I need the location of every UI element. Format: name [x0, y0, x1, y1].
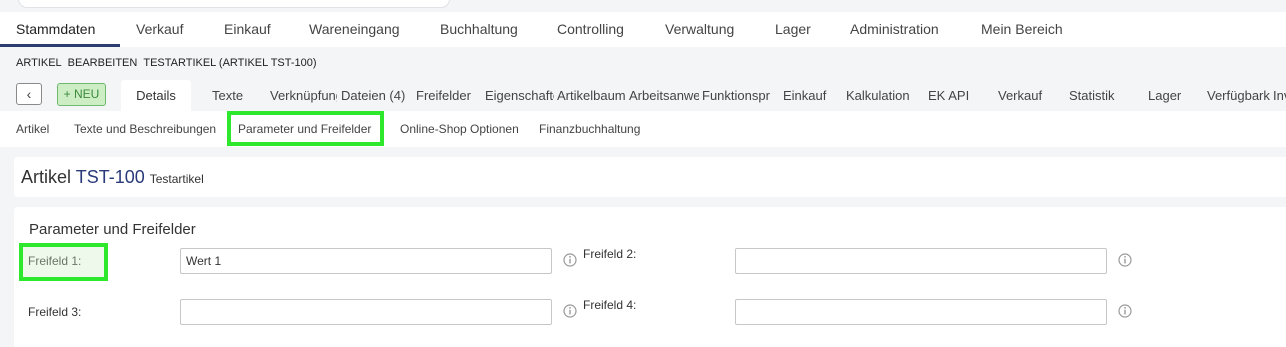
tab-eigenschaften[interactable]: Eigenschaften — [485, 80, 554, 111]
nav-wareneingang[interactable]: Wareneingang — [309, 12, 400, 46]
freifeld-4-label: Freifeld 4: — [583, 298, 637, 312]
tab-lager[interactable]: Lager — [1148, 80, 1188, 111]
tab-details[interactable]: Details — [121, 80, 191, 111]
record-header-card: Artikel TST-100 Testartikel — [14, 157, 1286, 197]
section-subnav: Artikel Texte und Beschreibungen Paramet… — [0, 111, 1286, 147]
nav-stammdaten[interactable]: Stammdaten — [16, 12, 95, 46]
breadcrumb-current: TESTARTIKEL (ARTIKEL TST-100) — [143, 57, 317, 69]
info-circle-icon[interactable] — [1118, 253, 1132, 267]
info-circle-icon[interactable] — [1118, 304, 1132, 318]
subtab-texte-beschreibungen[interactable]: Texte und Beschreibungen — [74, 111, 216, 147]
subtab-online-shop[interactable]: Online-Shop Optionen — [400, 111, 519, 147]
article-code: TST-100 — [75, 167, 145, 187]
breadcrumb-item[interactable]: ARTIKEL — [16, 57, 62, 69]
tab-statistik[interactable]: Statistik — [1069, 80, 1124, 111]
tab-dateien[interactable]: Dateien (4) — [341, 80, 411, 111]
nav-controlling[interactable]: Controlling — [557, 12, 624, 46]
freifeld-1-input[interactable] — [180, 248, 552, 274]
tab-verknuepfungen[interactable]: Verknüpfungen — [270, 80, 337, 111]
tab-ek-api[interactable]: EK API — [928, 80, 978, 111]
freifeld-3-label: Freifeld 3: — [28, 305, 82, 319]
nav-einkauf[interactable]: Einkauf — [224, 12, 271, 46]
nav-verwaltung[interactable]: Verwaltung — [665, 12, 734, 46]
info-circle-icon[interactable] — [563, 304, 577, 318]
info-circle-icon[interactable] — [563, 253, 577, 267]
search-bar-edge[interactable] — [18, 0, 450, 8]
main-navigation: Stammdaten Verkauf Einkauf Wareneingang … — [0, 12, 1286, 47]
tab-inventur[interactable]: Inventur — [1273, 80, 1286, 111]
subtab-finanzbuchhaltung[interactable]: Finanzbuchhaltung — [539, 111, 640, 147]
nav-lager[interactable]: Lager — [775, 12, 811, 46]
breadcrumb-item[interactable]: BEARBEITEN — [68, 57, 138, 69]
highlight-box — [19, 243, 108, 281]
chevron-left-icon: ‹ — [26, 86, 32, 102]
tab-texte[interactable]: Texte — [212, 80, 257, 111]
nav-administration[interactable]: Administration — [850, 12, 939, 46]
title-prefix: Artikel — [21, 167, 72, 187]
tab-kalkulation[interactable]: Kalkulation — [846, 80, 916, 111]
parameter-card: Parameter und Freifelder Freifeld 1: Fre… — [14, 207, 1286, 347]
freifeld-2-label: Freifeld 2: — [583, 247, 637, 261]
freifeld-2-input[interactable] — [735, 248, 1107, 274]
tab-freifelder[interactable]: Freifelder — [416, 80, 476, 111]
tab-verfuegbarkeit[interactable]: Verfügbarkeit — [1207, 80, 1270, 111]
section-title: Parameter und Freifelder — [29, 221, 196, 238]
nav-mein-bereich[interactable]: Mein Bereich — [981, 12, 1063, 46]
page-title: Artikel TST-100 Testartikel — [21, 167, 204, 188]
new-button[interactable]: + NEU — [57, 83, 106, 106]
highlight-box — [227, 111, 384, 146]
breadcrumb: ARTIKEL BEARBEITEN TESTARTIKEL (ARTIKEL TS… — [16, 57, 323, 69]
article-name: Testartikel — [149, 172, 204, 186]
nav-verkauf[interactable]: Verkauf — [136, 12, 183, 46]
subtab-artikel[interactable]: Artikel — [16, 111, 49, 147]
nav-active-indicator — [0, 44, 120, 47]
record-tab-bar: ‹ + NEU Details Texte Verknüpfungen Date… — [0, 80, 1286, 111]
back-button[interactable]: ‹ — [16, 83, 42, 105]
freifeld-4-input[interactable] — [735, 299, 1107, 325]
nav-buchhaltung[interactable]: Buchhaltung — [440, 12, 518, 46]
tab-arbeitsanweisungen[interactable]: Arbeitsanweisungen — [629, 80, 699, 111]
tab-funktionsprotokoll[interactable]: Funktionsprotokoll — [702, 80, 770, 111]
tab-einkauf[interactable]: Einkauf — [783, 80, 833, 111]
top-strip — [0, 0, 1286, 12]
freifeld-3-input[interactable] — [180, 299, 552, 325]
tab-verkauf[interactable]: Verkauf — [998, 80, 1053, 111]
tab-artikelbaum[interactable]: Artikelbaum — [557, 80, 625, 111]
